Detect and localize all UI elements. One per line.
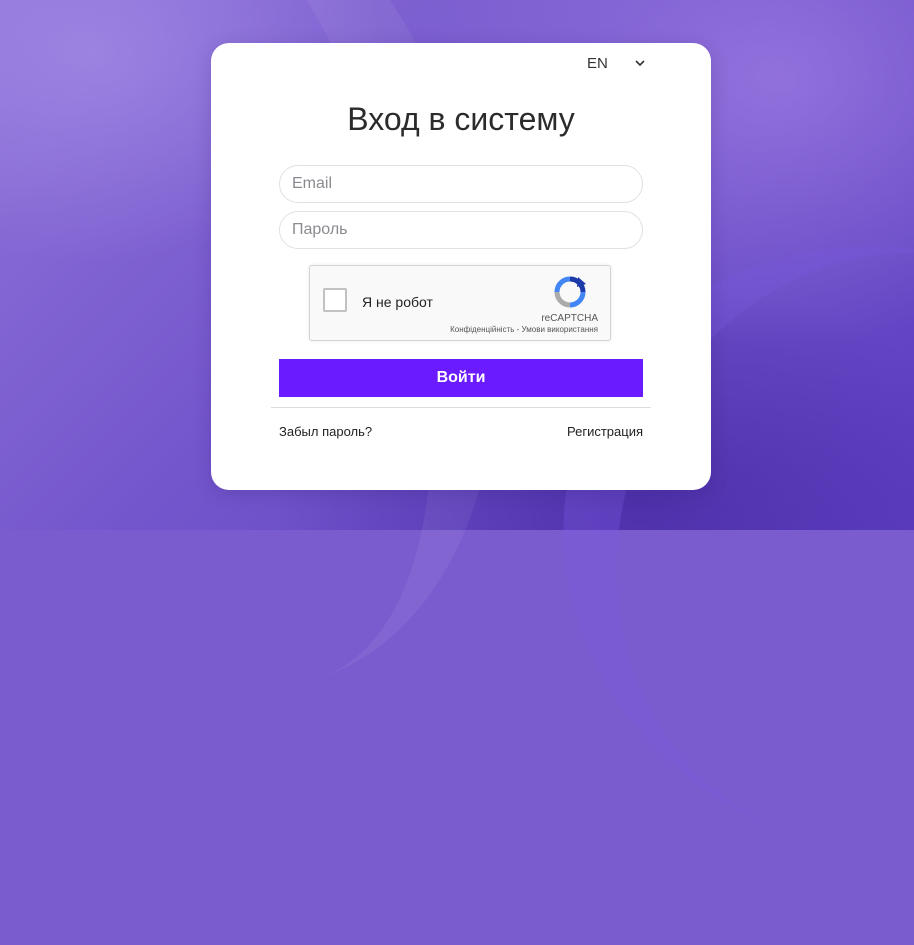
recaptcha-link-separator: - <box>514 325 522 334</box>
recaptcha-label: Я не робот <box>362 294 433 310</box>
recaptcha-terms-link[interactable]: Умови використання <box>522 325 598 334</box>
email-field[interactable] <box>279 165 643 203</box>
chevron-down-icon <box>635 60 645 67</box>
recaptcha-checkbox[interactable] <box>323 288 347 312</box>
recaptcha-brand: reCAPTCHA <box>541 313 598 324</box>
recaptcha-widget: Я не робот reCAPTCHA Конфіденційність - … <box>309 265 611 341</box>
register-link[interactable]: Регистрация <box>567 424 643 439</box>
login-button[interactable]: Войти <box>279 359 643 397</box>
recaptcha-privacy-link[interactable]: Конфіденційність <box>450 325 514 334</box>
forgot-password-link[interactable]: Забыл пароль? <box>279 424 372 439</box>
login-card: EN Вход в систему Я не робот reCAPTCHA К… <box>211 43 711 490</box>
recaptcha-links: Конфіденційність - Умови використання <box>450 325 598 334</box>
language-selector[interactable]: EN <box>587 53 646 73</box>
language-value: EN <box>587 54 608 72</box>
recaptcha-logo-icon <box>554 276 586 308</box>
password-field[interactable] <box>279 211 643 249</box>
page-title: Вход в систему <box>347 101 575 137</box>
divider <box>271 407 651 408</box>
